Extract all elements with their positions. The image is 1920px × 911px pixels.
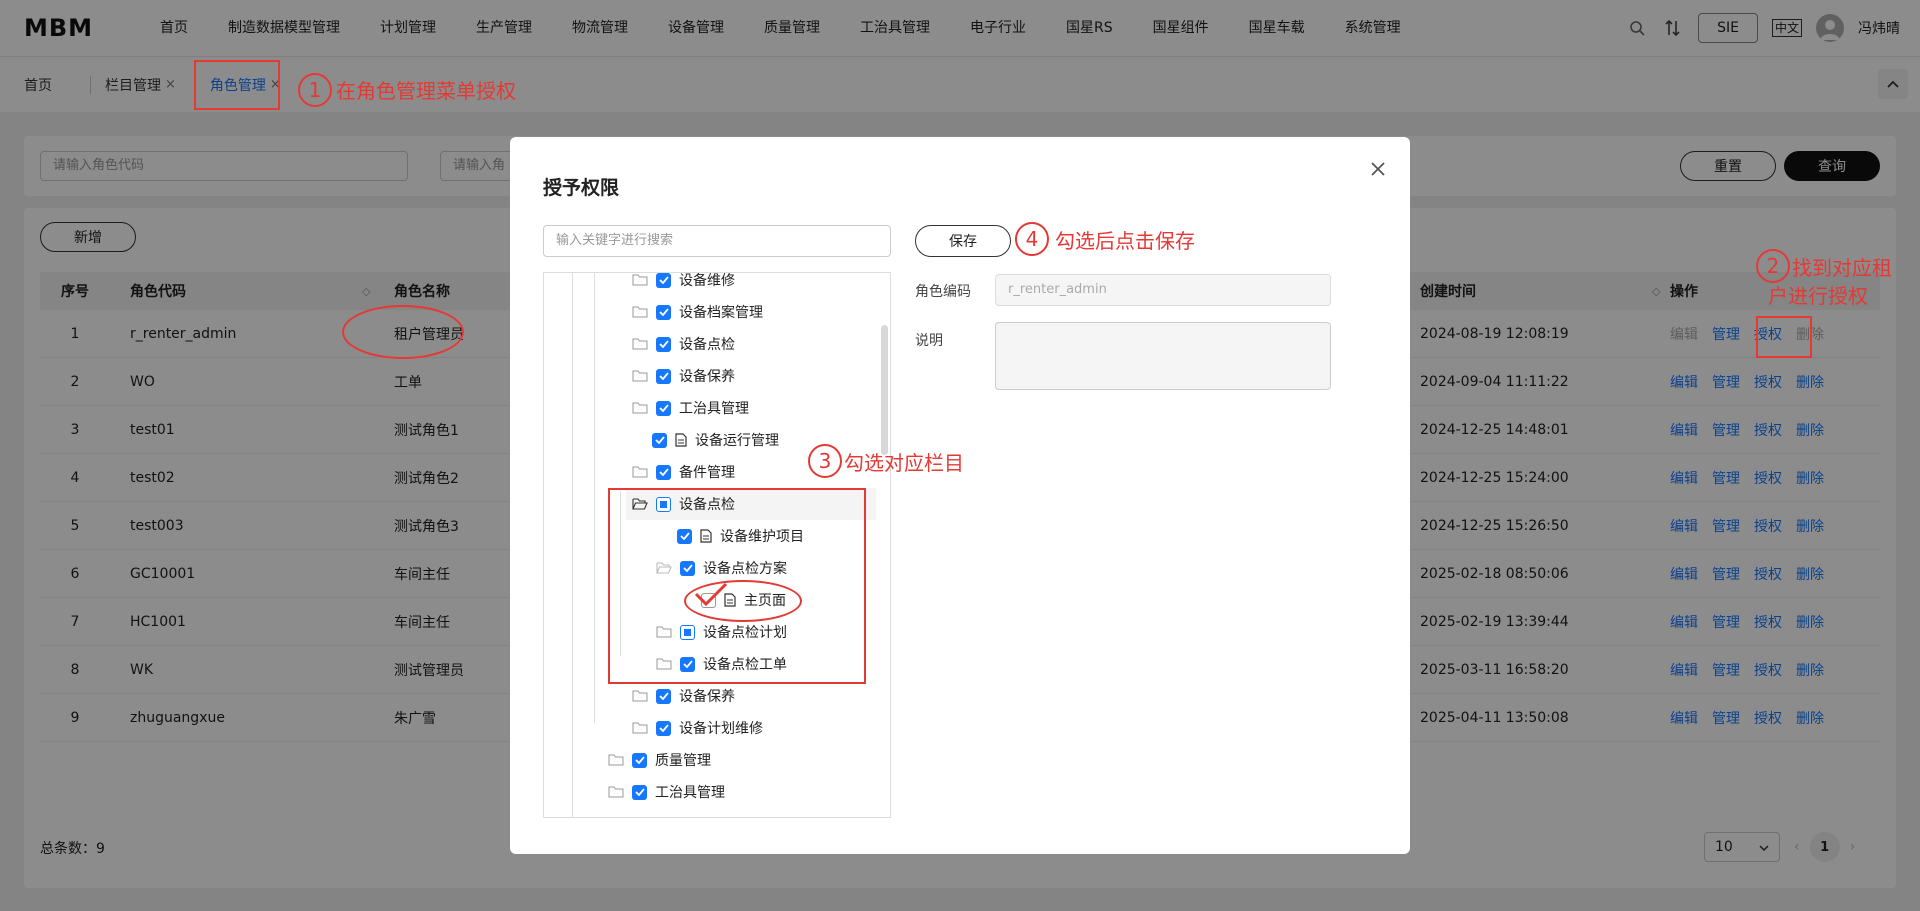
tree-guide-line <box>594 273 595 723</box>
document-icon <box>675 433 687 447</box>
tree-node-label: 工治具管理 <box>679 401 749 417</box>
tree-node-quality-management[interactable]: 质量管理 <box>608 744 711 776</box>
role-code-field: r_renter_admin <box>995 274 1331 306</box>
checkbox-checked[interactable] <box>656 368 671 384</box>
check-mark-icon <box>694 582 728 607</box>
annotation-ellipse-tenant-admin <box>342 305 464 359</box>
tree-node-fixture-management[interactable]: 工治具管理 <box>632 392 749 424</box>
close-icon[interactable] <box>1366 157 1390 181</box>
tree-node-label: 质量管理 <box>655 753 711 769</box>
checkbox-checked[interactable] <box>656 464 671 480</box>
save-button[interactable]: 保存 <box>915 225 1011 257</box>
tree-node-label: 工治具管理 <box>655 785 725 801</box>
tree-guide-line <box>572 273 573 817</box>
folder-icon <box>632 690 648 702</box>
dialog-title: 授予权限 <box>543 177 620 199</box>
folder-icon <box>608 786 624 798</box>
tree-node-equipment-maintenance-2[interactable]: 设备保养 <box>632 680 735 712</box>
tree-node-equipment-archive[interactable]: 设备档案管理 <box>632 296 763 328</box>
description-label: 说明 <box>915 333 943 349</box>
folder-icon <box>632 338 648 350</box>
folder-icon <box>632 466 648 478</box>
tree-node-label: 设备运行管理 <box>695 433 779 449</box>
checkbox-checked[interactable] <box>656 304 671 320</box>
annotation-step-3: 3 <box>808 444 842 478</box>
annotation-text-1: 在角色管理菜单授权 <box>336 79 516 103</box>
tree-node-label: 设备维修 <box>679 273 735 289</box>
folder-icon <box>632 722 648 734</box>
role-code-label: 角色编码 <box>915 284 971 300</box>
annotation-step-2: 2 <box>1756 249 1790 283</box>
folder-icon <box>632 274 648 286</box>
annotation-text-4: 勾选后点击保存 <box>1055 229 1195 253</box>
tree-node-label: 设备保养 <box>679 689 735 705</box>
folder-icon <box>632 306 648 318</box>
checkbox-checked[interactable] <box>656 273 671 288</box>
folder-icon <box>608 754 624 766</box>
annotation-text-2b: 户进行授权 <box>1768 284 1868 308</box>
checkbox-checked[interactable] <box>656 688 671 704</box>
tree-node-equipment-repair[interactable]: 设备维修 <box>632 273 735 296</box>
tree-node-spare-parts[interactable]: 备件管理 <box>632 456 735 488</box>
tree-node-label: 设备档案管理 <box>679 305 763 321</box>
folder-icon <box>632 402 648 414</box>
tree-node-label: 设备计划维修 <box>679 721 763 737</box>
annotation-box-grant-link <box>1756 316 1812 358</box>
tree-node-label: 备件管理 <box>679 465 735 481</box>
folder-icon <box>632 370 648 382</box>
checkbox-checked[interactable] <box>652 432 667 448</box>
checkbox-checked[interactable] <box>656 400 671 416</box>
annotation-text-2a: 找到对应租 <box>1792 256 1892 280</box>
annotation-step-4: 4 <box>1015 222 1049 256</box>
description-field[interactable] <box>995 322 1331 390</box>
tree-node-equipment-operation[interactable]: 设备运行管理 <box>652 424 779 456</box>
tree-node-equipment-inspection[interactable]: 设备点检 <box>632 328 735 360</box>
tree-scrollbar[interactable] <box>881 325 888 455</box>
checkbox-checked[interactable] <box>656 720 671 736</box>
annotation-text-3: 勾选对应栏目 <box>844 451 964 475</box>
checkbox-checked[interactable] <box>656 336 671 352</box>
tree-node-planned-repair[interactable]: 设备计划维修 <box>632 712 763 744</box>
tree-node-label: 设备保养 <box>679 369 735 385</box>
checkbox-checked[interactable] <box>632 752 647 768</box>
tree-node-fixture-management-top[interactable]: 工治具管理 <box>608 776 725 808</box>
tree-search-input[interactable]: 输入关键字进行搜索 <box>543 225 891 257</box>
tree-node-equipment-maintenance[interactable]: 设备保养 <box>632 360 735 392</box>
checkbox-checked[interactable] <box>632 784 647 800</box>
tree-node-label: 设备点检 <box>679 337 735 353</box>
annotation-box-role-tab <box>194 60 280 110</box>
annotation-step-1: 1 <box>298 73 332 107</box>
